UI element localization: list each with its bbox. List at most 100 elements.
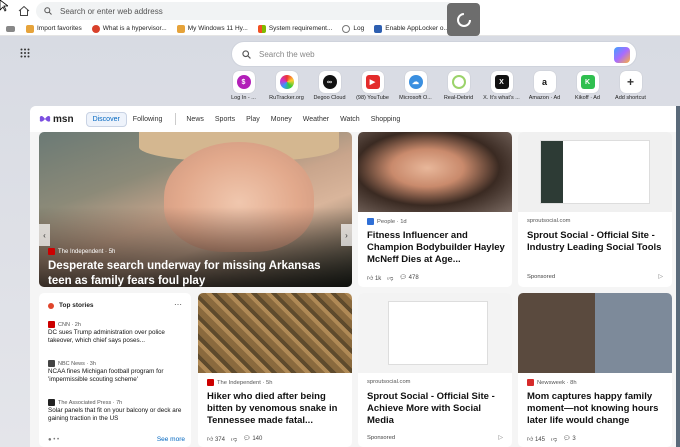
story-title[interactable]: Mom captures happy family moment—not kno… bbox=[527, 391, 665, 427]
tab-shopping[interactable]: Shopping bbox=[371, 116, 401, 123]
bullet-icon bbox=[48, 302, 54, 309]
like-button[interactable]: 👍︎ 374 bbox=[207, 435, 225, 443]
story-source: The Independent · 5h bbox=[207, 379, 272, 386]
bookmark-applocker[interactable]: Enable AppLocker o... bbox=[374, 24, 449, 33]
dislike-icon[interactable]: 👎︎ bbox=[551, 435, 557, 443]
bookmark-import-favorites[interactable]: Import favorites bbox=[26, 24, 82, 33]
youtube-icon: ▶ bbox=[365, 75, 380, 89]
top-stories-card: Top stories ⋯ CNN · 2h DC sues Trump adm… bbox=[39, 293, 191, 447]
real-debrid-icon bbox=[451, 75, 466, 89]
more-options-icon[interactable]: ⋯ bbox=[174, 300, 182, 309]
nbc-logo-icon bbox=[48, 360, 55, 367]
hero-title[interactable]: Desperate search underway for missing Ar… bbox=[48, 259, 338, 287]
msn-feed-panel: msn Discover Following News Sports Play … bbox=[30, 106, 680, 447]
shortcut-kikoff[interactable]: K Kikoff · Ad bbox=[566, 71, 609, 101]
story-card-people[interactable]: People · 1d Fitness Influencer and Champ… bbox=[358, 132, 512, 287]
msn-logo[interactable]: msn bbox=[39, 114, 74, 125]
address-placeholder: Search or enter web address bbox=[60, 6, 163, 16]
home-icon[interactable] bbox=[18, 5, 30, 17]
top-stories-heading: Top stories bbox=[48, 302, 94, 309]
add-shortcut-button[interactable]: + Add shortcut bbox=[609, 71, 652, 101]
rutracker-icon bbox=[279, 75, 294, 89]
sponsored-image bbox=[518, 132, 672, 212]
loading-spinner-icon bbox=[447, 3, 480, 36]
bookmark-windows-11[interactable]: My Windows 11 Hy... bbox=[176, 24, 248, 33]
kikoff-icon: K bbox=[580, 75, 595, 89]
see-more-link[interactable]: See more bbox=[157, 436, 185, 443]
comment-button[interactable]: 💬︎ 478 bbox=[399, 274, 418, 282]
copilot-icon[interactable] bbox=[614, 47, 630, 63]
carousel-next-button[interactable]: › bbox=[341, 224, 352, 246]
tab-play[interactable]: Play bbox=[246, 116, 260, 123]
story-title[interactable]: Fitness Influencer and Champion Bodybuil… bbox=[367, 230, 505, 266]
story-title[interactable]: Hiker who died after being bitten by ven… bbox=[207, 391, 345, 427]
top-story-item[interactable]: CNN · 2h DC sues Trump administration ov… bbox=[48, 321, 188, 345]
bookmark-hypervisor[interactable]: What is a hypervisor... bbox=[91, 24, 167, 33]
like-button[interactable]: 👍︎ 1k bbox=[367, 274, 381, 282]
shortcuts-row: $ Log In - ... RuTracker.org ∞ Degoo Cloud… bbox=[222, 71, 652, 101]
shortcut-real-debrid[interactable]: Real-Debrid bbox=[437, 71, 480, 101]
dislike-icon[interactable]: 👎︎ bbox=[387, 274, 393, 282]
apps-grid-icon[interactable] bbox=[20, 48, 30, 58]
web-search-box[interactable]: Search the web bbox=[231, 41, 637, 67]
story-source: People · 1d bbox=[367, 218, 407, 225]
nav-divider bbox=[175, 113, 177, 125]
site-favicon-icon bbox=[91, 24, 100, 33]
people-logo-icon bbox=[367, 218, 374, 225]
address-bar[interactable]: Search or enter web address bbox=[36, 2, 456, 20]
comment-button[interactable]: 💬︎ 3 bbox=[563, 435, 576, 443]
newsweek-logo-icon bbox=[527, 379, 534, 386]
shortcut-rutracker[interactable]: RuTracker.org bbox=[265, 71, 308, 101]
story-stats: 👍︎ 145 👎︎ 💬︎ 3 bbox=[527, 435, 576, 443]
independent-logo-icon bbox=[48, 248, 55, 255]
shortcut-login[interactable]: $ Log In - ... bbox=[222, 71, 265, 101]
story-card-snake[interactable]: The Independent · 5h Hiker who died afte… bbox=[198, 293, 352, 447]
dollar-icon: $ bbox=[236, 75, 251, 89]
msn-butterfly-icon bbox=[39, 115, 51, 122]
tab-watch[interactable]: Watch bbox=[340, 116, 360, 123]
sponsored-card-sprout-2[interactable]: sproutsocial.com Sprout Social - Officia… bbox=[358, 293, 512, 447]
shortcut-degoo[interactable]: ∞ Degoo Cloud bbox=[308, 71, 351, 101]
dislike-icon[interactable]: 👎︎ bbox=[231, 435, 237, 443]
bookmarks-menu-icon[interactable] bbox=[6, 25, 18, 32]
sponsored-card-sprout[interactable]: sproutsocial.com Sprout Social - Officia… bbox=[518, 132, 672, 287]
bookmarks-bar: Import favorites What is a hypervisor...… bbox=[0, 22, 680, 36]
shortcut-youtube[interactable]: ▶ (98) YouTube bbox=[351, 71, 394, 101]
hero-source: The Independent · 5h bbox=[48, 248, 115, 255]
story-card-newsweek[interactable]: Newsweek · 8h Mom captures happy family … bbox=[518, 293, 672, 447]
bookmark-log[interactable]: Log bbox=[342, 24, 364, 33]
browser-toolbar: Search or enter web address bbox=[0, 0, 680, 22]
folder-icon bbox=[26, 24, 34, 33]
microsoft-logo-icon bbox=[257, 24, 266, 33]
top-story-item[interactable]: NBC News · 3h NCAA fines Michigan footba… bbox=[48, 360, 188, 384]
shortcut-x[interactable]: X X. It's what's ... bbox=[480, 71, 523, 101]
tab-weather[interactable]: Weather bbox=[303, 116, 329, 123]
sponsored-title[interactable]: Sprout Social - Official Site - Industry… bbox=[527, 230, 665, 254]
comment-button[interactable]: 💬︎ 140 bbox=[243, 435, 262, 443]
globe-icon bbox=[342, 24, 351, 33]
tab-following[interactable]: Following bbox=[133, 116, 163, 123]
tab-discover[interactable]: Discover bbox=[85, 111, 127, 127]
cnn-logo-icon bbox=[48, 321, 55, 328]
story-photo bbox=[198, 293, 352, 373]
sponsored-label: Sponsored bbox=[367, 435, 396, 441]
scrollbar-track[interactable] bbox=[676, 106, 680, 447]
hero-story-card[interactable]: ‹ › The Independent · 5h Desperate searc… bbox=[39, 132, 352, 287]
tab-money[interactable]: Money bbox=[271, 116, 292, 123]
ad-choices-icon[interactable]: ▷ bbox=[498, 434, 503, 441]
bookmark-system-requirements[interactable]: System requirement... bbox=[257, 24, 332, 33]
ad-choices-icon[interactable]: ▷ bbox=[658, 273, 663, 280]
mouse-cursor-icon bbox=[0, 0, 8, 12]
story-stats: 👍︎ 1k 👎︎ 💬︎ 478 bbox=[367, 274, 419, 282]
tab-sports[interactable]: Sports bbox=[215, 116, 235, 123]
top-story-item[interactable]: The Associated Press · 7h Solar panels t… bbox=[48, 399, 188, 423]
sponsor-source: sproutsocial.com bbox=[367, 379, 411, 385]
search-icon bbox=[242, 49, 251, 59]
sponsored-title[interactable]: Sprout Social - Official Site - Achieve … bbox=[367, 391, 505, 427]
shortcut-microsoft-onedrive[interactable]: ☁ Microsoft O... bbox=[394, 71, 437, 101]
ap-logo-icon bbox=[48, 399, 55, 406]
like-button[interactable]: 👍︎ 145 bbox=[527, 435, 545, 443]
carousel-prev-button[interactable]: ‹ bbox=[39, 224, 50, 246]
shortcut-amazon[interactable]: a Amazon · Ad bbox=[523, 71, 566, 101]
tab-news[interactable]: News bbox=[186, 116, 204, 123]
